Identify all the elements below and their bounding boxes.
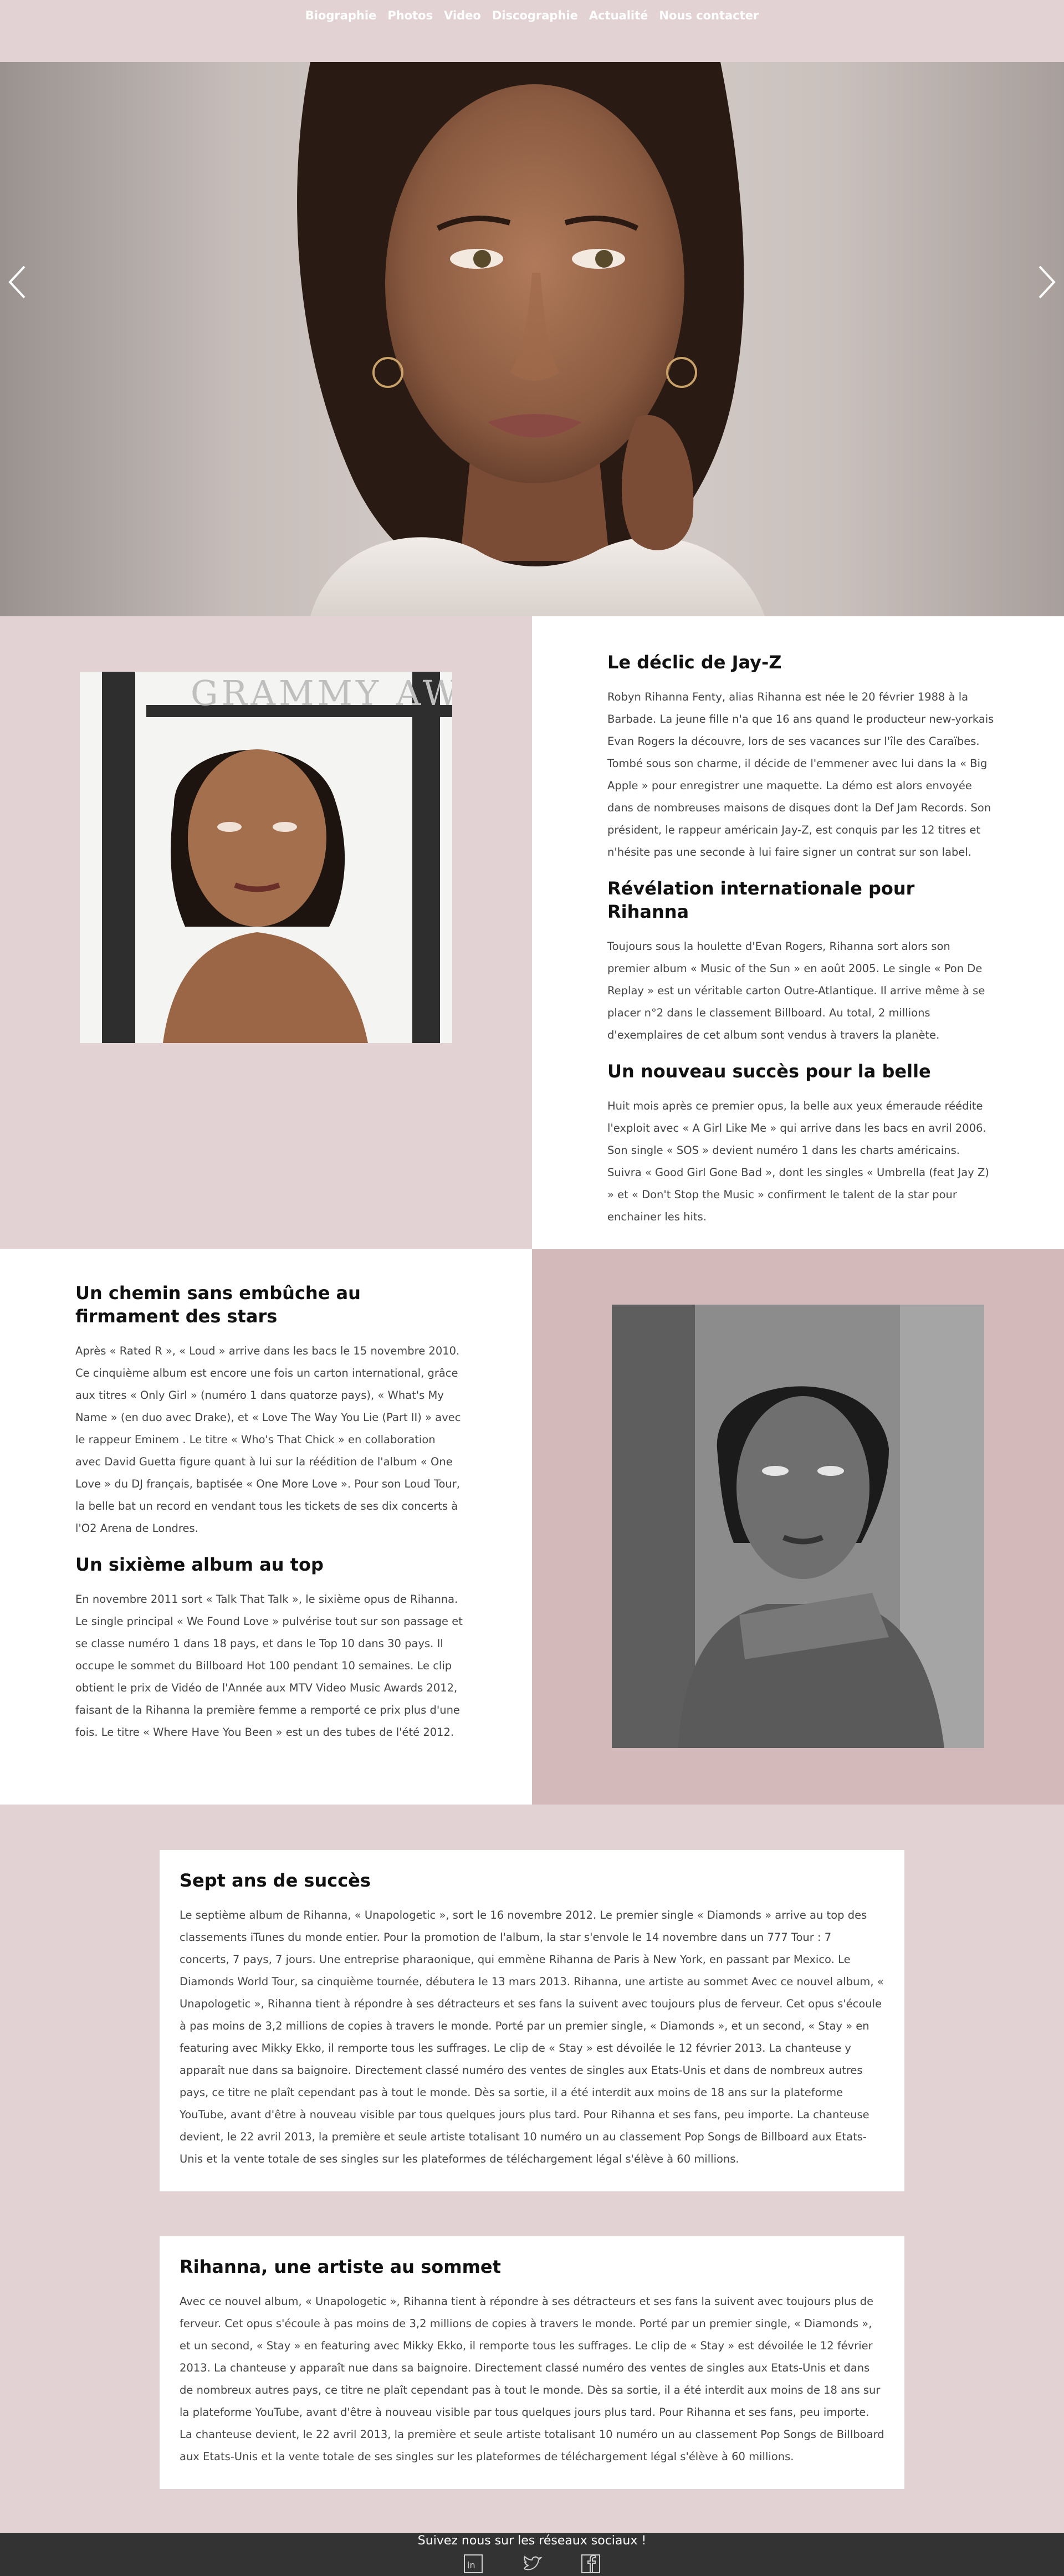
nav-link-video[interactable]: Video [438,9,487,22]
section-paragraph: En novembre 2011 sort « Talk That Talk »… [75,1593,463,1739]
site-footer: Suivez nous sur les réseaux sociaux ! in [0,2533,1064,2576]
top-navigation: Biographie Photos Video Discographie Act… [0,0,1064,62]
text-column: Le déclic de Jay-Z Robyn Rihanna Fenty, … [532,616,1064,1249]
card-paragraph: Le septième album de Rihanna, « Unapolog… [180,1909,884,2165]
carousel-next-arrow-icon[interactable] [1035,264,1057,300]
cards-section: Sept ans de succès Le septième album de … [0,1805,1064,2533]
nav-link-photos[interactable]: Photos [382,9,438,22]
photo-column: GRAMMY AW [0,616,532,1249]
nav-link-discographie[interactable]: Discographie [487,9,584,22]
nav-link-biographie[interactable]: Biographie [300,9,382,22]
text-column: Un chemin sans embûche au firmament des … [0,1249,532,1805]
twitter-icon[interactable] [521,2553,543,2574]
section-heading: Le déclic de Jay-Z [607,652,782,673]
section-heading: Révélation internationale pour Rihanna [607,878,915,922]
photo-column [532,1249,1064,1805]
facebook-icon[interactable] [580,2553,601,2574]
hero-carousel [0,62,1064,616]
biography-section-2: Un chemin sans embûche au firmament des … [0,1249,1064,1805]
section-heading: Un nouveau succès pour la belle [607,1061,931,1082]
social-icons: in [0,2553,1064,2574]
content-card: Rihanna, une artiste au sommet Avec ce n… [160,2236,904,2489]
nav-link-contact[interactable]: Nous contacter [653,9,764,22]
nav-link-actualite[interactable]: Actualité [584,9,654,22]
section-paragraph: Après « Rated R », « Loud » arrive dans … [75,1345,461,1535]
linkedin-icon[interactable]: in [463,2553,484,2574]
carousel-prev-arrow-icon[interactable] [7,264,29,300]
grammy-backdrop-text: GRAMMY AW [191,673,452,713]
section-heading: Un chemin sans embûche au firmament des … [75,1282,361,1327]
biography-section-1: GRAMMY AW Le déclic de Jay-Z Robyn Rihan… [0,616,1064,1249]
section-paragraph: Toujours sous la houlette d'Evan Rogers,… [607,940,985,1041]
svg-text:in: in [467,2560,475,2570]
section-heading: Un sixième album au top [75,1554,324,1575]
grammy-portrait-image: GRAMMY AW [80,672,452,1043]
social-follow-text: Suivez nous sur les réseaux sociaux ! [417,2534,647,2548]
content-card: Sept ans de succès Le septième album de … [160,1850,904,2191]
card-heading: Rihanna, une artiste au sommet [180,2256,501,2277]
card-paragraph: Avec ce nouvel album, « Unapologetic », … [180,2295,884,2463]
bw-portrait-image [612,1305,984,1748]
card-heading: Sept ans de succès [180,1870,371,1891]
section-paragraph: Huit mois après ce premier opus, la bell… [607,1100,989,1223]
hero-portrait-image [297,62,765,616]
section-paragraph: Robyn Rihanna Fenty, alias Rihanna est n… [607,691,994,858]
